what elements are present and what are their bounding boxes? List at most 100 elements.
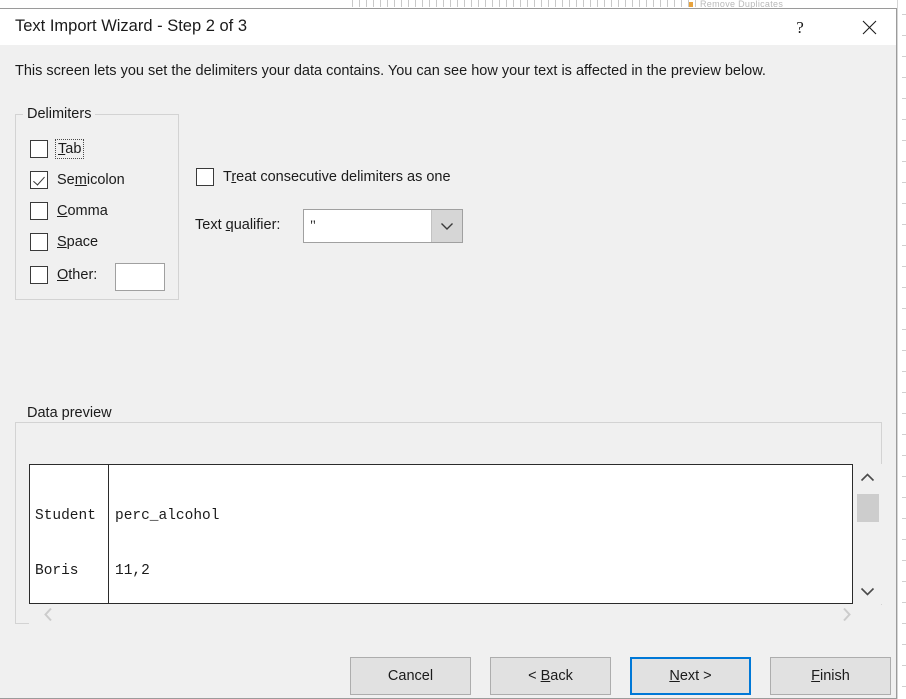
background-tick [660, 0, 661, 7]
background-tick [583, 0, 584, 7]
background-tick [902, 308, 906, 309]
checkbox-comma[interactable]: Comma [30, 202, 108, 220]
checkbox-comma-box[interactable] [30, 202, 48, 220]
checkbox-tab-label: Tab [54, 139, 85, 159]
cancel-button[interactable]: Cancel [350, 657, 471, 695]
background-tick [902, 602, 906, 603]
checkbox-treat-consecutive-box[interactable] [196, 168, 214, 186]
background-tick [902, 245, 906, 246]
background-tick [902, 287, 906, 288]
background-tick [422, 0, 423, 7]
background-tick [478, 0, 479, 7]
background-tick [688, 0, 689, 7]
checkbox-other[interactable]: Other: [30, 266, 97, 284]
background-tick [653, 0, 654, 7]
background-tick [576, 0, 577, 7]
background-tick [902, 560, 906, 561]
checkbox-semicolon-box[interactable] [30, 171, 48, 189]
checkbox-space[interactable]: Space [30, 233, 98, 251]
checkbox-treat-consecutive-delimiters[interactable]: Treat consecutive delimiters as one [196, 168, 451, 186]
background-tick [520, 0, 521, 7]
preview-cell: 11,2 [115, 563, 150, 580]
back-button[interactable]: < Back [490, 657, 611, 695]
background-tick [681, 0, 682, 7]
close-button[interactable] [846, 9, 892, 45]
background-tick [902, 140, 906, 141]
background-tick [695, 0, 696, 7]
preview-horizontal-scrollbar[interactable] [29, 605, 882, 624]
background-tick [902, 434, 906, 435]
background-tick [902, 686, 906, 687]
preview-vertical-scrollbar[interactable] [853, 464, 882, 604]
background-tick [902, 644, 906, 645]
finish-button-label: Finish [811, 668, 850, 684]
background-tick [639, 0, 640, 7]
background-tick [457, 0, 458, 7]
background-tick [902, 161, 906, 162]
text-qualifier-value: " [310, 217, 316, 234]
help-button[interactable]: ? [777, 9, 823, 45]
checkbox-tab-box[interactable] [30, 140, 48, 158]
background-tick [674, 0, 675, 7]
scroll-left-button[interactable] [36, 605, 60, 624]
data-preview-group-label: Data preview [23, 405, 116, 421]
background-tick [625, 0, 626, 7]
text-qualifier-label: Text qualifier: [195, 217, 281, 233]
checkbox-space-box[interactable] [30, 233, 48, 251]
chevron-up-icon [860, 472, 875, 481]
background-tick [902, 476, 906, 477]
background-tick [492, 0, 493, 7]
background-tick [646, 0, 647, 7]
preview-header-cell: Student [35, 507, 96, 524]
background-tick [471, 0, 472, 7]
background-tick [450, 0, 451, 7]
scroll-right-button[interactable] [834, 605, 858, 624]
text-qualifier-dropdown[interactable]: " [303, 209, 463, 243]
question-mark-icon: ? [796, 17, 804, 37]
background-tick [548, 0, 549, 7]
checkbox-semicolon-label: Semicolon [57, 172, 125, 188]
background-tick [902, 665, 906, 666]
background-tick [464, 0, 465, 7]
background-tick [604, 0, 605, 7]
scroll-down-button[interactable] [853, 578, 882, 604]
background-tick [902, 392, 906, 393]
preview-grid: Student perc_alcohol Boris 11,2 Evelien … [30, 465, 219, 603]
background-tick [373, 0, 374, 7]
data-preview-pane[interactable]: Student perc_alcohol Boris 11,2 Evelien … [29, 464, 853, 604]
preview-row: Boris 11,2 [35, 562, 219, 580]
delimiters-group-label: Delimiters [23, 106, 96, 122]
chevron-down-icon[interactable] [431, 210, 462, 242]
finish-button[interactable]: Finish [770, 657, 891, 695]
background-tick [902, 539, 906, 540]
checkbox-other-box[interactable] [30, 266, 48, 284]
background-tick [534, 0, 535, 7]
background-tick [443, 0, 444, 7]
checkbox-space-label: Space [57, 234, 99, 250]
background-tick [902, 182, 906, 183]
other-delimiter-input[interactable] [115, 263, 165, 291]
background-tick [902, 350, 906, 351]
background-tick [541, 0, 542, 7]
background-tick [902, 455, 906, 456]
background-tick [902, 329, 906, 330]
cancel-button-label: Cancel [387, 668, 434, 684]
scrollbar-thumb[interactable] [857, 494, 879, 522]
background-tick [902, 224, 906, 225]
checkbox-semicolon[interactable]: Semicolon [30, 171, 125, 189]
checkbox-other-label: Other: [57, 267, 98, 283]
close-icon [862, 20, 876, 34]
chevron-down-icon [860, 587, 875, 596]
background-tick [902, 371, 906, 372]
text-import-wizard-dialog: Text Import Wizard - Step 2 of 3 ? This … [0, 9, 897, 699]
background-tick [513, 0, 514, 7]
background-tick [401, 0, 402, 7]
instruction-text: This screen lets you set the delimiters … [15, 63, 766, 79]
background-tick [902, 518, 906, 519]
next-button[interactable]: Next > [630, 657, 751, 695]
checkbox-tab[interactable]: Tab [30, 139, 85, 159]
background-tick [902, 98, 906, 99]
scroll-up-button[interactable] [853, 464, 882, 490]
background-tick [436, 0, 437, 7]
background-tick [366, 0, 367, 7]
